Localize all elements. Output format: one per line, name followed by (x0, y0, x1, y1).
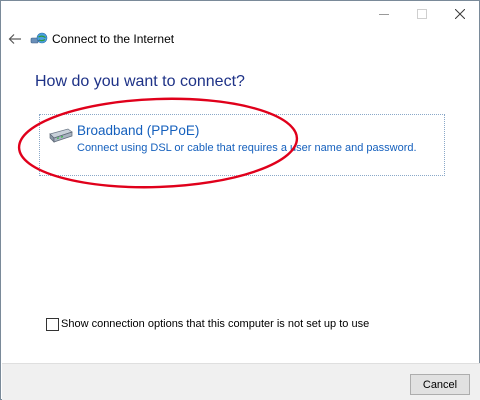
caption-buttons (365, 1, 479, 27)
window-title: Connect to the Internet (52, 32, 175, 46)
show-options-checkbox[interactable] (46, 318, 59, 331)
minimize-button[interactable] (365, 1, 403, 27)
minimize-icon (379, 14, 389, 15)
show-options-label[interactable]: Show connection options that this comput… (61, 317, 369, 332)
close-button[interactable] (441, 1, 479, 27)
option-description: Connect using DSL or cable that requires… (77, 142, 417, 154)
connect-dialog-window: Connect to the Internet How do you want … (0, 0, 480, 400)
dialog-footer: Cancel (2, 363, 480, 400)
back-arrow-icon[interactable] (8, 32, 22, 46)
option-title: Broadband (PPPoE) (77, 123, 200, 138)
broadband-modem-icon (49, 128, 73, 143)
maximize-icon (417, 9, 427, 19)
close-icon (455, 9, 465, 19)
broadband-pppoe-option[interactable]: Broadband (PPPoE) Connect using DSL or c… (39, 114, 445, 176)
page-heading: How do you want to connect? (35, 73, 245, 90)
network-globe-icon (30, 32, 48, 44)
maximize-button[interactable] (403, 1, 441, 27)
cancel-button[interactable]: Cancel (410, 374, 470, 395)
